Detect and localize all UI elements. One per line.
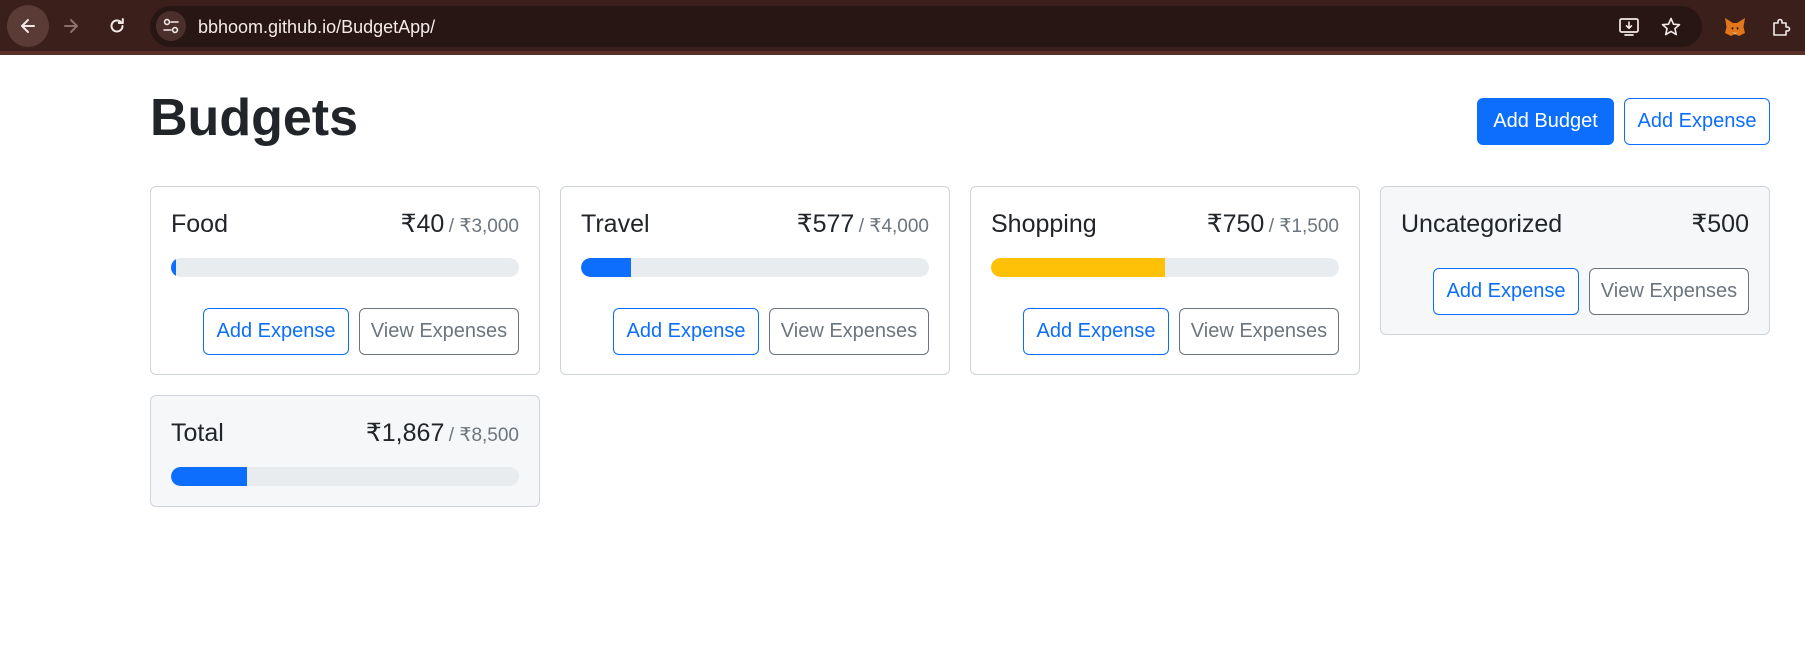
budget-progress-bar [991, 258, 1339, 277]
reload-icon [110, 18, 124, 33]
budget-card-shopping: Shopping ₹750 / ₹1,500 Add Expense View … [970, 186, 1360, 375]
amount-spent: ₹40 [400, 210, 445, 238]
budget-amount: ₹577 / ₹4,000 [797, 209, 929, 243]
arrow-left-icon [21, 19, 35, 33]
card-view-expenses-button[interactable]: View Expenses [1589, 268, 1749, 315]
card-view-expenses-button[interactable]: View Expenses [1179, 308, 1339, 355]
total-label: Total [171, 419, 224, 447]
total-progress-bar [171, 467, 519, 486]
budget-name: Uncategorized [1401, 210, 1563, 238]
budget-amount: ₹750 / ₹1,500 [1207, 209, 1339, 243]
reload-button[interactable] [96, 5, 138, 47]
extensions-button[interactable] [1768, 14, 1794, 40]
budget-card-food: Food ₹40 / ₹3,000 Add Expense View Expen… [150, 186, 540, 375]
progress-fill [171, 258, 176, 277]
amount-spent: ₹577 [796, 210, 855, 238]
url-text[interactable]: bbhoom.github.io/BudgetApp/ [198, 17, 435, 37]
budget-card-travel: Travel ₹577 / ₹4,000 Add Expense View Ex… [560, 186, 950, 375]
progress-fill [581, 258, 632, 277]
card-add-expense-button[interactable]: Add Expense [613, 308, 759, 355]
card-add-expense-button[interactable]: Add Expense [1023, 308, 1169, 355]
amount-limit: / ₹4,000 [858, 216, 929, 237]
install-app-button[interactable] [1618, 16, 1640, 38]
total-card: Total ₹1,867 / ₹8,500 [150, 395, 540, 507]
metamask-fox-icon [1725, 18, 1745, 36]
site-info-button[interactable] [156, 11, 186, 41]
budget-amount: ₹500 [1691, 209, 1749, 243]
address-bar[interactable]: bbhoom.github.io/BudgetApp/ [150, 6, 1702, 47]
forward-button[interactable] [50, 5, 92, 47]
browser-toolbar: bbhoom.github.io/BudgetApp/ [0, 0, 1805, 55]
back-button[interactable] [7, 5, 49, 47]
amount-limit: / ₹1,500 [1268, 216, 1339, 237]
puzzle-icon [1773, 18, 1791, 36]
card-add-expense-button[interactable]: Add Expense [203, 308, 349, 355]
budget-name: Shopping [991, 210, 1097, 238]
card-add-expense-button[interactable]: Add Expense [1433, 268, 1579, 315]
page-title: Budgets [150, 89, 358, 147]
budget-name: Food [171, 210, 228, 238]
amount-spent: ₹750 [1206, 210, 1265, 238]
uncategorized-card: Uncategorized ₹500 Add Expense View Expe… [1380, 186, 1770, 335]
total-amount: ₹1,867 / ₹8,500 [366, 418, 519, 452]
progress-fill [171, 467, 248, 486]
amount-limit: / ₹3,000 [448, 216, 519, 237]
card-view-expenses-button[interactable]: View Expenses [359, 308, 519, 355]
card-view-expenses-button[interactable]: View Expenses [769, 308, 929, 355]
star-icon [1661, 17, 1681, 36]
progress-fill [991, 258, 1165, 277]
amount-spent: ₹1,867 [365, 419, 445, 447]
budget-name: Travel [581, 210, 650, 238]
bookmark-button[interactable] [1660, 16, 1682, 38]
tune-icon [163, 18, 179, 34]
budget-amount: ₹40 / ₹3,000 [401, 209, 519, 243]
arrow-right-icon [64, 19, 78, 33]
add-budget-button[interactable]: Add Budget [1477, 98, 1614, 145]
install-app-icon [1619, 18, 1639, 36]
amount-spent: ₹500 [1691, 210, 1749, 238]
add-expense-button[interactable]: Add Expense [1624, 98, 1770, 145]
amount-limit: / ₹8,500 [448, 425, 519, 446]
budget-progress-bar [581, 258, 929, 277]
metamask-extension-button[interactable] [1722, 14, 1748, 40]
budget-progress-bar [171, 258, 519, 277]
